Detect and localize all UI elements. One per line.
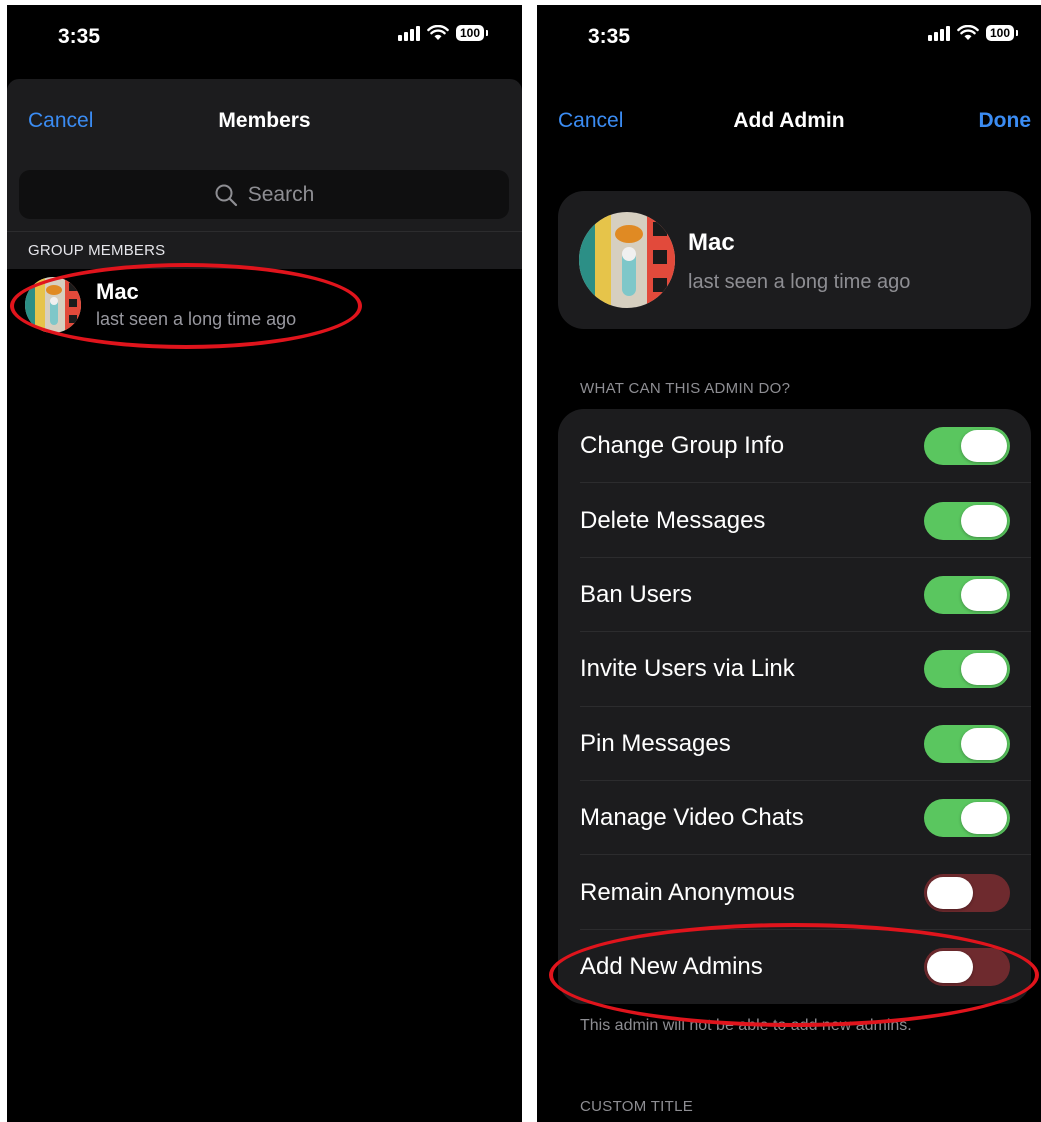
highlight-ellipse xyxy=(549,923,1039,1027)
group-members-header: GROUP MEMBERS xyxy=(7,231,522,269)
members-screen: 3:35 100 Cancel Members Search GROUP MEM… xyxy=(7,5,522,1122)
permissions-list: Change Group Info Delete Messages Ban Us… xyxy=(558,409,1031,1004)
permission-toggle[interactable] xyxy=(924,650,1010,689)
highlight-ellipse xyxy=(10,263,362,349)
signal-icon xyxy=(928,25,950,41)
permission-toggle[interactable] xyxy=(924,501,1010,540)
search-icon xyxy=(215,184,237,206)
permission-label: Remain Anonymous xyxy=(580,878,795,906)
permission-row[interactable]: Invite Users via Link xyxy=(558,632,1031,707)
permission-row[interactable]: Pin Messages xyxy=(558,707,1031,781)
custom-title-header: CUSTOM TITLE xyxy=(580,1098,694,1115)
signal-icon xyxy=(398,25,420,41)
profile-name: Mac xyxy=(688,229,735,256)
permission-label: Ban Users xyxy=(580,580,693,608)
members-sheet: Cancel Members Search GROUP MEMBERS Mac … xyxy=(7,79,522,1122)
done-button[interactable]: Done xyxy=(979,109,1032,133)
permission-toggle[interactable] xyxy=(924,799,1010,838)
permission-toggle[interactable] xyxy=(924,873,1010,912)
wifi-icon xyxy=(957,25,979,40)
permission-label: Pin Messages xyxy=(580,729,731,757)
profile-status: last seen a long time ago xyxy=(688,271,911,293)
search-placeholder: Search xyxy=(247,182,315,206)
permission-toggle[interactable] xyxy=(924,427,1010,466)
page-title: Add Admin xyxy=(733,109,845,132)
permission-row[interactable]: Delete Messages xyxy=(558,483,1031,558)
permission-row[interactable]: Ban Users xyxy=(558,558,1031,633)
battery-icon: 100 xyxy=(456,25,489,41)
status-icons: 100 xyxy=(398,25,489,41)
permission-row[interactable]: Change Group Info xyxy=(558,409,1031,484)
battery-icon: 100 xyxy=(986,25,1019,41)
page-title: Members xyxy=(218,109,311,132)
wifi-icon xyxy=(427,25,449,40)
permission-label: Change Group Info xyxy=(580,432,785,460)
add-admin-screen: 3:35 100 Cancel Add Admin Done Mac last … xyxy=(537,5,1041,1122)
sheet-header: Cancel Members Search GROUP MEMBERS xyxy=(7,79,522,269)
status-icons: 100 xyxy=(928,25,1019,41)
permission-row[interactable]: Remain Anonymous xyxy=(558,855,1031,930)
avatar-image xyxy=(579,212,675,308)
permissions-header: WHAT CAN THIS ADMIN DO? xyxy=(580,380,791,397)
profile-card: Mac last seen a long time ago xyxy=(558,191,1031,329)
permission-row[interactable]: Manage Video Chats xyxy=(558,781,1031,856)
permission-toggle[interactable] xyxy=(924,724,1010,763)
permission-label: Invite Users via Link xyxy=(580,655,795,683)
permission-toggle[interactable] xyxy=(924,575,1010,614)
permission-label: Delete Messages xyxy=(580,506,766,534)
permission-label: Manage Video Chats xyxy=(580,804,804,832)
status-time: 3:35 xyxy=(588,25,631,48)
status-time: 3:35 xyxy=(58,25,101,48)
search-input[interactable]: Search xyxy=(19,170,509,219)
